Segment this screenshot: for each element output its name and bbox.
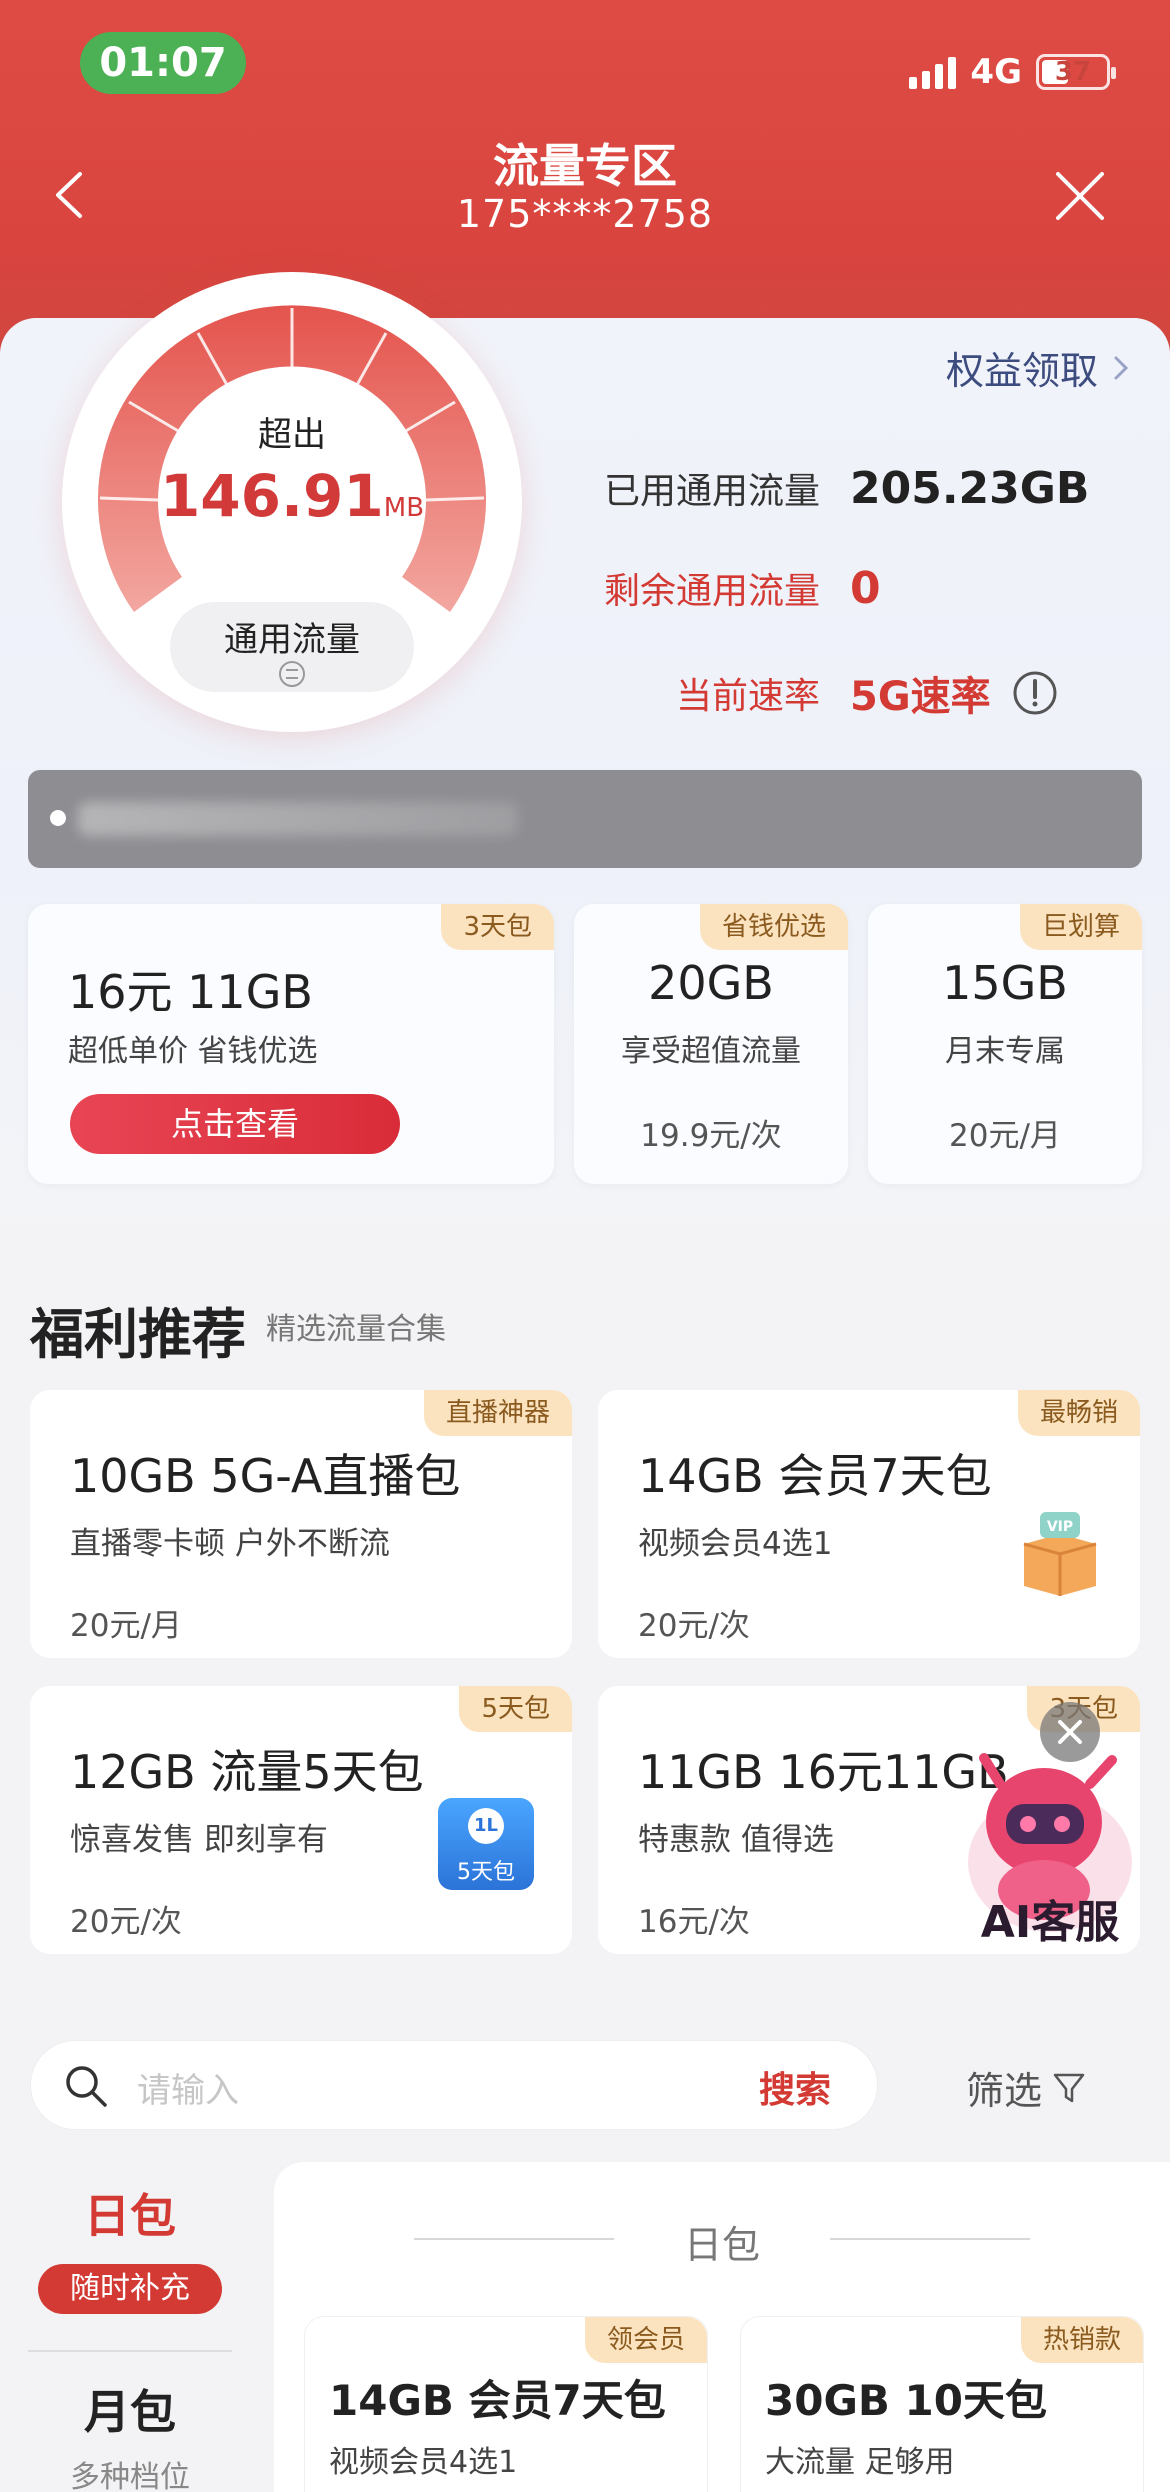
gauge-unit: MB xyxy=(383,493,425,523)
welfare-desc: 视频会员4选1 xyxy=(638,1526,833,1562)
vip-box-icon: VIP xyxy=(1023,1512,1097,1596)
welfare-card-3[interactable]: 5天包 12GB 流量5天包 惊喜发售 即刻享有 20元/次 1L 5天包 xyxy=(30,1686,572,1954)
nav-item-label: 日包 xyxy=(84,2189,176,2243)
notice-text-blurred xyxy=(78,802,518,836)
package-tag: 3天包 xyxy=(441,904,554,950)
speed-label: 当前速率 xyxy=(675,676,820,717)
status-time: 01:07 xyxy=(80,32,246,94)
close-icon xyxy=(1058,1720,1082,1744)
status-indicators: 4G 37 xyxy=(909,52,1116,92)
package-list-panel: 日包 领会员 14GB 会员7天包 视频会员4选1 热销款 30GB 10天包 … xyxy=(274,2162,1170,2492)
gauge-status-label: 超出 xyxy=(258,415,326,455)
view-button[interactable]: 点击查看 xyxy=(70,1094,400,1154)
package-title: 15GB xyxy=(942,956,1068,1010)
phone-number: 175****2758 xyxy=(456,192,714,236)
filter-button[interactable]: 筛选 xyxy=(966,2060,1086,2115)
five-day-pack-icon: 1L 5天包 xyxy=(438,1798,534,1890)
welfare-price: 20元/次 xyxy=(70,1904,182,1940)
welfare-price: 20元/次 xyxy=(638,1608,750,1644)
section-subtitle: 精选流量合集 xyxy=(266,1312,446,1347)
package-card-2[interactable]: 省钱优选 20GB 享受超值流量 19.9元/次 xyxy=(574,904,848,1184)
package-title: 20GB xyxy=(648,956,774,1010)
welfare-card-1[interactable]: 直播神器 10GB 5G-A直播包 直播零卡顿 户外不断流 20元/月 xyxy=(30,1390,572,1658)
header-divider-right xyxy=(830,2238,1030,2240)
package-tag: 省钱优选 xyxy=(699,904,848,950)
welfare-desc: 直播零卡顿 户外不断流 xyxy=(70,1526,390,1562)
package-desc: 享受超值流量 xyxy=(621,1034,801,1069)
search-bar: 请输入 搜索 xyxy=(30,2040,878,2130)
rights-link[interactable]: 权益领取 xyxy=(946,340,1130,395)
list-item[interactable]: 领会员 14GB 会员7天包 视频会员4选1 xyxy=(304,2316,708,2492)
package-title: 16元 11GB xyxy=(68,965,313,1019)
section-title: 福利推荐 xyxy=(30,1303,246,1366)
speed-stat: 当前速率 5G速率 xyxy=(560,664,1059,722)
chevron-right-icon xyxy=(1114,356,1129,379)
nav-item-daily[interactable]: 日包 随时补充 xyxy=(28,2180,232,2314)
welfare-title: 14GB 会员7天包 xyxy=(638,1449,992,1503)
list-item-desc: 大流量 足够用 xyxy=(765,2445,955,2480)
gauge-value-group: 146.91MB xyxy=(62,462,522,530)
welfare-card-2[interactable]: 最畅销 14GB 会员7天包 视频会员4选1 20元/次 VIP xyxy=(598,1390,1140,1658)
nav-item-label: 月包 xyxy=(84,2385,176,2439)
filter-icon xyxy=(1053,2073,1085,2102)
list-item-tag: 热销款 xyxy=(1020,2317,1143,2363)
search-button[interactable]: 搜索 xyxy=(759,2061,831,2113)
notice-banner[interactable] xyxy=(28,770,1142,868)
filter-label: 筛选 xyxy=(966,2069,1043,2113)
info-icon[interactable] xyxy=(1011,669,1059,717)
nav-item-monthly[interactable]: 月包 多种档位 xyxy=(28,2376,232,2492)
welfare-title: 10GB 5G-A直播包 xyxy=(70,1449,461,1503)
gauge-value: 146.91 xyxy=(159,462,384,530)
package-card-1[interactable]: 3天包 16元 11GB 超低单价 省钱优选 点击查看 xyxy=(28,904,554,1184)
speed-value: 5G速率 xyxy=(850,674,991,720)
nav-item-sub: 多种档位 xyxy=(70,2460,190,2492)
close-button[interactable] xyxy=(1050,166,1110,226)
package-price: 19.9元/次 xyxy=(640,1118,782,1154)
list-item-tag: 领会员 xyxy=(584,2317,707,2363)
list-item-title: 14GB 会员7天包 xyxy=(329,2376,666,2425)
search-input[interactable]: 请输入 xyxy=(137,2063,239,2112)
close-icon xyxy=(1056,172,1104,220)
welfare-tag: 直播神器 xyxy=(423,1390,572,1436)
welfare-title: 12GB 流量5天包 xyxy=(70,1745,424,1799)
svg-text:VIP: VIP xyxy=(1047,1519,1073,1535)
welfare-desc: 惊喜发售 即刻享有 xyxy=(70,1822,328,1858)
used-stat: 已用通用流量 205.23GB xyxy=(560,462,1089,514)
package-card-3[interactable]: 巨划算 15GB 月末专属 20元/月 xyxy=(868,904,1142,1184)
nav-item-badge: 随时补充 xyxy=(38,2264,222,2314)
list-item[interactable]: 热销款 30GB 10天包 大流量 足够用 xyxy=(740,2316,1144,2492)
battery-icon: 37 xyxy=(1036,54,1116,90)
welfare-tag: 5天包 xyxy=(459,1686,572,1732)
ai-service-float[interactable]: AI客服 xyxy=(940,1692,1160,1952)
ai-service-label: AI客服 xyxy=(980,1897,1120,1948)
usage-gauge: 超出 146.91MB 通用流量 xyxy=(62,272,522,732)
panel-header: 日包 xyxy=(683,2223,760,2267)
list-item-desc: 视频会员4选1 xyxy=(329,2445,518,2480)
remain-value: 0 xyxy=(850,562,881,614)
network-type: 4G xyxy=(970,52,1022,92)
five-day-pack-label: 5天包 xyxy=(457,1860,515,1885)
remain-stat: 剩余通用流量 0 xyxy=(560,562,881,614)
package-desc: 月末专属 xyxy=(945,1034,1065,1069)
rights-link-label: 权益领取 xyxy=(945,349,1098,393)
notice-dot xyxy=(50,810,66,826)
search-icon xyxy=(66,2066,107,2107)
package-price: 20元/月 xyxy=(949,1118,1061,1154)
welfare-tag: 最畅销 xyxy=(1017,1390,1140,1436)
gauge-type-toggle[interactable]: 通用流量 xyxy=(170,612,414,661)
used-label: 已用通用流量 xyxy=(603,471,820,512)
welfare-price: 20元/月 xyxy=(70,1608,182,1644)
package-desc: 超低单价 省钱优选 xyxy=(68,1034,318,1069)
signal-icon xyxy=(909,55,957,89)
welfare-desc: 特惠款 值得选 xyxy=(638,1822,834,1858)
nav-divider xyxy=(28,2350,232,2352)
used-value: 205.23GB xyxy=(850,462,1090,514)
battery-level: 37 xyxy=(1054,57,1092,87)
list-item-title: 30GB 10天包 xyxy=(765,2376,1048,2425)
ai-close-button[interactable] xyxy=(1040,1702,1100,1762)
page-title: 流量专区 xyxy=(493,139,677,193)
welfare-price: 16元/次 xyxy=(638,1904,750,1940)
package-tag: 巨划算 xyxy=(1019,904,1142,950)
remain-label: 剩余通用流量 xyxy=(603,571,820,612)
